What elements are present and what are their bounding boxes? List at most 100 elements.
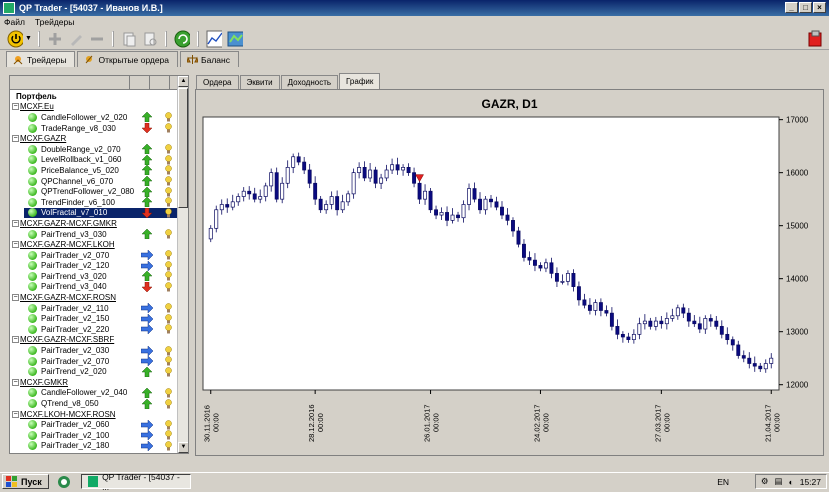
tree-group[interactable]: − MCXF.GAZR [10,133,178,144]
tab-chart[interactable]: График [339,73,381,89]
tree-item[interactable]: CandleFollower_v2_020 [10,112,178,123]
collapse-icon[interactable]: − [12,294,19,302]
tree-item[interactable]: PairTrend_v3_020 [10,271,178,282]
status-ball-icon [28,399,37,409]
tree-item[interactable]: PairTrend_v3_040 [10,281,178,293]
arrow-up-icon [141,197,153,208]
plot-area[interactable] [202,116,780,391]
tree-group[interactable]: − MCXF.GMKR [10,377,178,388]
tree-group[interactable]: − MCXF.GAZR-MCXF.SBRF [10,335,178,346]
tree-item[interactable]: VolFractal_v7_010 [10,207,178,219]
candle-body [346,193,351,203]
refresh-button[interactable] [173,30,191,48]
window-title-bar[interactable]: QP Trader - [54037 - Иванов И.В.] _ □ × [0,0,829,16]
close-button[interactable]: × [813,2,826,13]
tree-group[interactable]: − MCXF.GAZR-MCXF.LKOH [10,239,178,250]
collapse-icon[interactable]: − [12,241,19,249]
tree-scrollbar[interactable]: ▲ ▼ [177,76,188,453]
tree-item[interactable]: PairTrader_v2_180 [10,440,178,452]
candle-body [533,259,537,266]
tree-item[interactable]: PairTrader_v2_120 [10,260,178,272]
tree-item[interactable]: QTrend_v8_050 [10,398,178,409]
tree-item-label: MCXF.GAZR-MCXF.LKOH [20,240,115,250]
collapse-icon[interactable]: − [12,378,19,386]
scroll-thumb[interactable] [178,88,188,208]
tree-item[interactable]: PairTrader_v2_070 [10,356,178,367]
collapse-icon[interactable]: − [12,219,19,227]
tab-equity[interactable]: Эквити [239,75,280,89]
header-column[interactable] [130,76,150,90]
tree-item[interactable]: PairTrader_v2_030 [10,345,178,356]
menu-file[interactable]: Файл [4,17,25,27]
header-column[interactable] [10,76,130,90]
candle-body [565,273,570,282]
tree-item[interactable]: TrendFinder_v6_100 [10,197,178,208]
tab-balance[interactable]: Баланс [180,51,239,67]
scroll-up-arrow[interactable]: ▲ [178,76,188,87]
tree-item[interactable]: PairTrader_v2_070 [10,250,178,261]
tree-item[interactable]: DoubleRange_v2_070 [10,144,178,155]
tab-open-orders[interactable]: Открытые ордера [77,51,179,67]
collapse-icon[interactable]: − [12,336,19,344]
map-button[interactable] [226,30,244,48]
add-button[interactable] [46,30,64,48]
candle-body [285,167,290,184]
tree-group[interactable]: − MCXF.GAZR-MCXF.ROSN [10,292,178,303]
minimize-button[interactable]: _ [785,2,798,13]
collapse-icon[interactable]: − [12,410,19,418]
candle-body [324,204,329,211]
power-button[interactable] [6,30,24,48]
tree-item-label: PairTrader_v2_150 [41,314,110,324]
quick-launch-button[interactable] [55,473,73,491]
status-ball-icon [28,208,37,218]
tray-icon[interactable]: ◐ [789,477,794,487]
tab-returns[interactable]: Доходность [280,75,339,89]
app-icon [3,2,15,14]
tree-group[interactable]: − MCXF.GAZR-MCXF.GMKR [10,218,178,229]
language-indicator[interactable]: EN [717,477,729,487]
tree-item[interactable]: PairTrend_v3_030 [10,229,178,240]
tree-item-label: LevelRollback_v1_060 [41,155,122,165]
tree-item[interactable]: PairTrader_v2_100 [10,430,178,441]
search-doc-button[interactable] [141,30,159,48]
tree-item[interactable]: PairTrader_v2_220 [10,324,178,335]
remove-button[interactable] [88,30,106,48]
collapse-icon[interactable]: − [12,103,19,111]
tree-item[interactable]: QPChannel_v6_070 [10,176,178,187]
tree-item[interactable]: PairTrader_v2_150 [10,313,178,324]
candle-body [225,204,230,208]
tree-group[interactable]: − MCXF.Eu [10,102,178,113]
taskbar: Пуск QP Trader - [54037 - ... EN ⚙ ▤ ◐ 1… [0,472,829,492]
edit-button[interactable] [67,30,85,48]
orders-icon [86,55,93,64]
menu-traders[interactable]: Трейдеры [35,17,74,27]
tree-item[interactable]: TradeRange_v8_030 [10,123,178,134]
dropdown-arrow-icon[interactable]: ▼ [25,35,32,42]
exit-button[interactable] [805,30,823,48]
start-button[interactable]: Пуск [2,474,49,489]
candle-body [274,172,279,200]
tree-item[interactable]: PairTrader_v2_110 [10,303,178,314]
tray-icon[interactable]: ▤ [775,476,783,487]
collapse-icon[interactable]: − [12,135,19,143]
tree-item[interactable]: PairTrend_v2_020 [10,366,178,377]
tree-group[interactable]: − MCXF.LKOH-MCXF.ROSN [10,409,178,420]
tab-orders[interactable]: Ордера [196,75,239,89]
bulb-icon [165,261,172,271]
chart-button[interactable] [205,30,223,48]
maximize-button[interactable]: □ [799,2,812,13]
header-column[interactable] [150,76,170,90]
tree-root[interactable]: Портфель [10,91,178,102]
candlestick-chart[interactable]: 12000 13000 14000 15000 16000 17000 30.11.2016… [196,90,825,457]
candle-body [445,212,449,221]
tab-traders[interactable]: Трейдеры [6,51,76,67]
copy-button[interactable] [120,30,138,48]
tree-item[interactable]: LevelRollback_v1_060 [10,154,178,166]
tree-item[interactable]: CandleFollower_v2_040 [10,387,178,399]
tree-item[interactable]: PairTrader_v2_060 [10,419,178,430]
scroll-down-arrow[interactable]: ▼ [178,442,188,453]
taskbar-app-button[interactable]: QP Trader - [54037 - ... [80,472,191,492]
tree-item[interactable]: PriceBalance_v5_020 [10,165,178,176]
tray-icon[interactable]: ⚙ [761,476,769,487]
tree-item[interactable]: QPTrendFollower_v2_080 [10,186,178,197]
